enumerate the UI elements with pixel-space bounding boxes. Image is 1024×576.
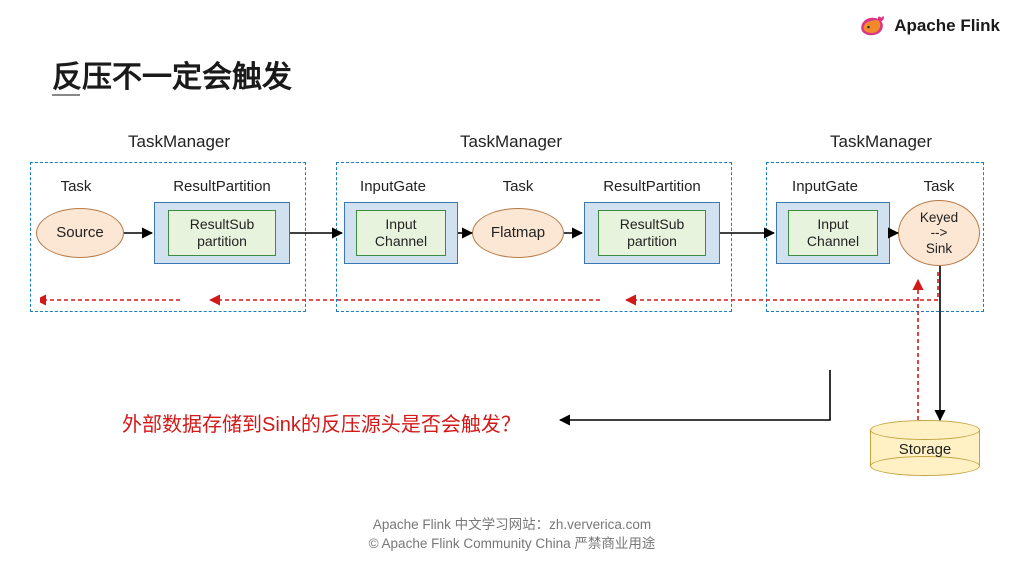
node-flatmap-label: Flatmap xyxy=(491,224,545,241)
flink-squirrel-icon xyxy=(858,12,886,40)
architecture-diagram: TaskManager TaskManager TaskManager Task… xyxy=(40,132,984,392)
label-resultpartition-a: ResultPartition xyxy=(162,178,282,195)
box-resultpartition-a: ResultSub partition xyxy=(154,202,290,264)
tm-label-a: TaskManager xyxy=(128,132,230,152)
tm-label-c: TaskManager xyxy=(830,132,932,152)
node-keyed-sink: Keyed --> Sink xyxy=(898,200,980,266)
node-storage: Storage xyxy=(870,420,980,476)
question-text: 外部数据存储到Sink的反压源头是否会触发？ xyxy=(122,408,521,437)
slide: Apache Flink 反压不一定会触发 TaskManager TaskMa… xyxy=(0,0,1024,576)
label-task-a: Task xyxy=(46,178,106,195)
label-resultpartition-b: ResultPartition xyxy=(592,178,712,195)
node-flatmap: Flatmap xyxy=(472,208,564,258)
box-resultpartition-b: ResultSub partition xyxy=(584,202,720,264)
title-underline xyxy=(52,94,80,96)
ic1-label: Input Channel xyxy=(375,216,427,250)
box-inputchannel-b: Input Channel xyxy=(356,210,446,256)
node-source-label: Source xyxy=(56,224,104,241)
tm-label-b: TaskManager xyxy=(460,132,562,152)
box-resultsubpartition-b: ResultSub partition xyxy=(598,210,706,256)
footer: Apache Flink 中文学习网站：zh.ververica.com © A… xyxy=(0,515,1024,554)
label-task-c: Task xyxy=(914,178,964,195)
node-storage-label: Storage xyxy=(870,441,980,458)
node-source: Source xyxy=(36,208,124,258)
box-resultsubpartition-a: ResultSub partition xyxy=(168,210,276,256)
footer-line1: Apache Flink 中文学习网站：zh.ververica.com xyxy=(0,515,1024,535)
node-keyed-sink-label: Keyed --> Sink xyxy=(920,210,958,257)
label-inputgate-b: InputGate xyxy=(348,178,438,195)
slide-title: 反压不一定会触发 xyxy=(52,52,292,96)
label-inputgate-c: InputGate xyxy=(780,178,870,195)
brand-name: Apache Flink xyxy=(894,16,1000,36)
label-task-b: Task xyxy=(488,178,548,195)
footer-line2: © Apache Flink Community China 严禁商业用途 xyxy=(0,534,1024,554)
box-inputchannel-c: Input Channel xyxy=(788,210,878,256)
brand-logo: Apache Flink xyxy=(858,12,1000,40)
rsp1-label: ResultSub partition xyxy=(190,216,255,250)
box-inputgate-c: Input Channel xyxy=(776,202,890,264)
ic2-label: Input Channel xyxy=(807,216,859,250)
rsp2-label: ResultSub partition xyxy=(620,216,685,250)
box-inputgate-b: Input Channel xyxy=(344,202,458,264)
